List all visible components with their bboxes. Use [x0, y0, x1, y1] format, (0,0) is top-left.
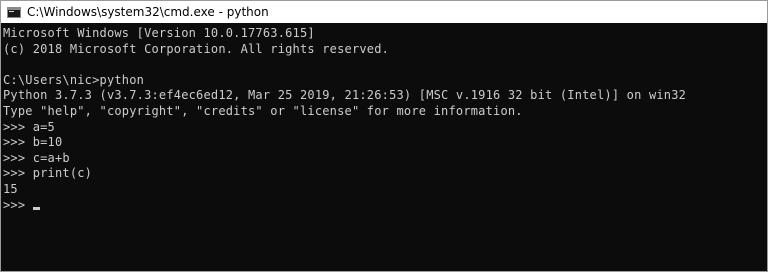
console-line: >>> b=10	[3, 135, 63, 150]
window-title: C:\Windows\system32\cmd.exe - python	[27, 5, 269, 19]
prompt-text: >>>	[3, 197, 33, 212]
text-cursor	[32, 206, 40, 210]
console-line: 15	[3, 181, 18, 196]
console-line: Python 3.7.3 (v3.7.3:ef4ec6ed12, Mar 25 …	[3, 88, 687, 103]
console-line: Microsoft Windows [Version 10.0.17763.61…	[3, 26, 315, 40]
console-line: (c) 2018 Microsoft Corporation. All righ…	[3, 41, 390, 56]
console-line: >>> print(c)	[3, 166, 93, 181]
title-bar[interactable]: C:\Windows\system32\cmd.exe - python	[1, 1, 767, 23]
cmd-icon[interactable]	[7, 6, 21, 18]
console-area[interactable]: Microsoft Windows [Version 10.0.17763.61…	[1, 23, 767, 271]
console-line: >>> a=5	[3, 119, 55, 134]
console-line: >>> c=a+b	[3, 150, 70, 165]
cmd-window: C:\Windows\system32\cmd.exe - python Mic…	[0, 0, 768, 272]
console-line: Type "help", "copyright", "credits" or "…	[3, 103, 523, 118]
prompt-line[interactable]: >>>	[3, 198, 767, 214]
console-line: C:\Users\nic>python	[3, 72, 145, 87]
